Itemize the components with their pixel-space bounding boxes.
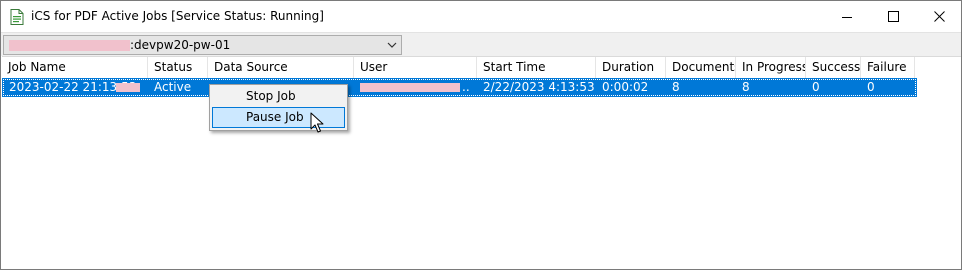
stop-job-menu-item[interactable]: Stop Job (212, 86, 345, 107)
close-button[interactable] (916, 1, 962, 32)
server-dropdown[interactable]: :devpw20-pw-01 (3, 35, 402, 55)
pause-job-menu-item[interactable]: Pause Job (212, 107, 345, 128)
cell-success: 0 (812, 80, 820, 94)
cell-user: .. (462, 80, 470, 94)
column-header-duration[interactable]: Duration (596, 57, 666, 79)
minimize-icon (842, 16, 852, 18)
column-header-failure[interactable]: Failure (861, 57, 915, 79)
job-context-menu: Stop Job Pause Job (209, 84, 348, 131)
redacted-server-prefix (9, 40, 130, 51)
cell-duration: 0:00:02 (602, 80, 649, 94)
column-header-user[interactable]: User (354, 57, 477, 79)
column-header-start-time[interactable]: Start Time (477, 57, 596, 79)
maximize-icon (887, 11, 899, 22)
active-jobs-window: iCS for PDF Active Jobs [Service Status:… (0, 0, 962, 270)
cell-status: Active (154, 80, 192, 94)
window-title: iCS for PDF Active Jobs [Service Status:… (31, 9, 324, 23)
cell-in-progress: 8 (742, 80, 750, 94)
column-header-status[interactable]: Status (148, 57, 208, 79)
server-toolbar: :devpw20-pw-01 (1, 32, 961, 56)
list-header: Job Name Status Data Source User Start T… (2, 57, 961, 79)
column-header-data-source[interactable]: Data Source (208, 57, 354, 79)
jobs-list[interactable]: Job Name Status Data Source User Start T… (2, 56, 961, 269)
column-header-job-name[interactable]: Job Name (2, 57, 148, 79)
column-header-documents[interactable]: Documents (666, 57, 736, 79)
column-header-success[interactable]: Success (806, 57, 861, 79)
mouse-pointer-icon (310, 112, 324, 133)
title-bar[interactable]: iCS for PDF Active Jobs [Service Status:… (1, 1, 961, 32)
cell-documents: 8 (672, 80, 680, 94)
chevron-down-icon (387, 42, 397, 48)
minimize-button[interactable] (824, 1, 870, 32)
close-icon (933, 11, 945, 22)
table-row[interactable]: 2023-02-22 21:13:53 Active .. 2/22/2023 … (2, 78, 917, 97)
cell-failure: 0 (867, 80, 875, 94)
server-dropdown-value: :devpw20-pw-01 (130, 38, 231, 52)
column-header-in-progress[interactable]: In Progress (736, 57, 806, 79)
cell-start-time: 2/22/2023 4:13:53 ... (483, 80, 597, 94)
document-icon (10, 9, 24, 25)
redacted-job-suffix (116, 83, 140, 92)
redacted-user (360, 83, 460, 92)
maximize-button[interactable] (870, 1, 916, 32)
